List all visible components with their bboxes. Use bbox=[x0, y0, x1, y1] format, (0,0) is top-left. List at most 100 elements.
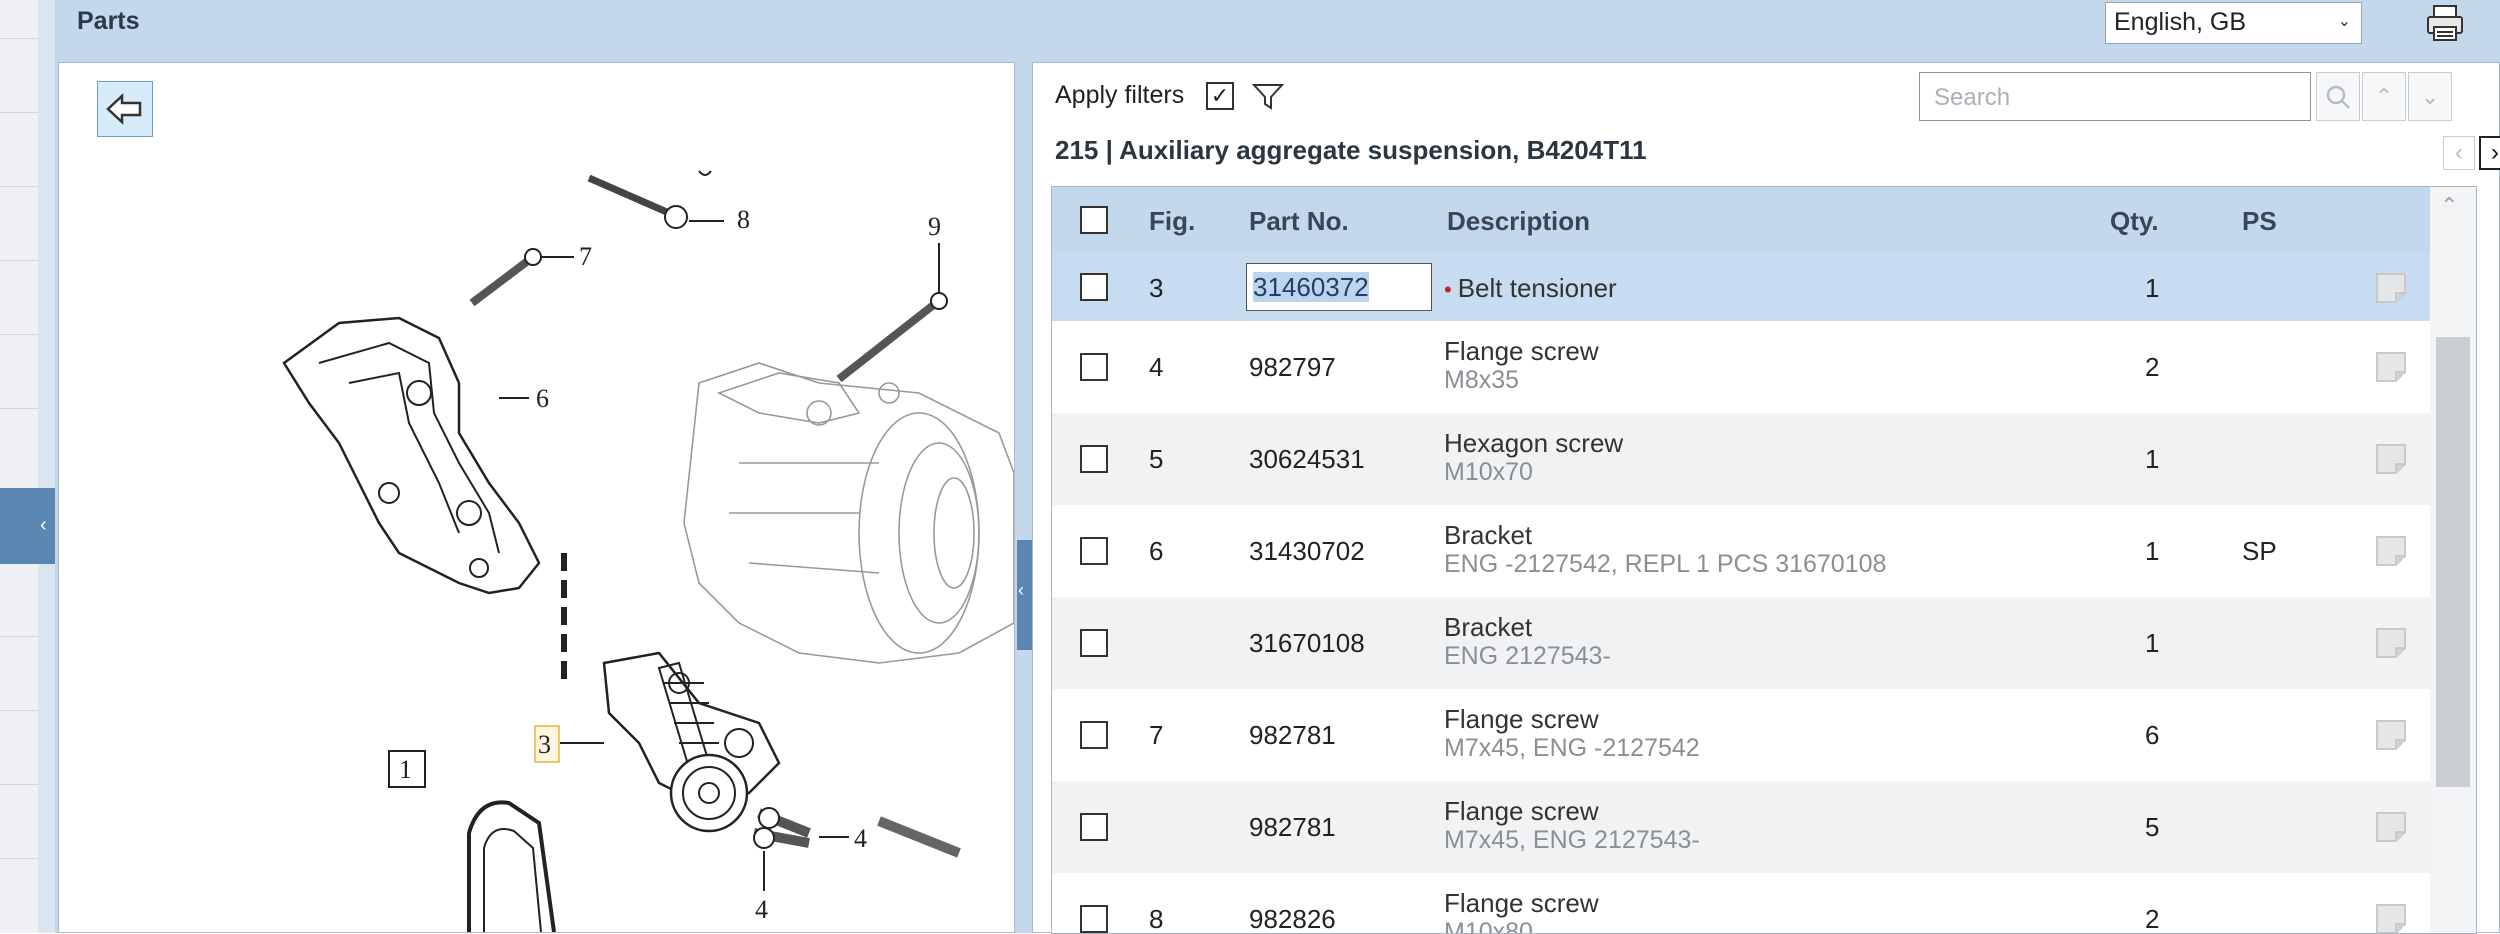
row-qty: 5 bbox=[2145, 812, 2160, 842]
parts-list-panel: Apply filters ✓ Search ⌃ ⌄ 215 | Auxilia… bbox=[1032, 62, 2500, 934]
callout-9: 9 bbox=[928, 212, 941, 241]
row-description: Hexagon screw bbox=[1444, 428, 1624, 458]
table-row[interactable]: 8 982826 Flange screw M10x80 2 bbox=[1052, 873, 2430, 934]
print-button[interactable] bbox=[2425, 2, 2465, 44]
row-part-no: 31460372 bbox=[1253, 272, 1369, 302]
note-icon[interactable] bbox=[2374, 442, 2408, 476]
parts-window: Parts English, GB ⌄ 8 7 9 6 4 4 3 1 ‹ Ap… bbox=[55, 0, 2500, 934]
row-checkbox[interactable] bbox=[1080, 273, 1108, 301]
table-row[interactable]: 982781 Flange screw M7x45, ENG 2127543- … bbox=[1052, 781, 2430, 873]
column-fig[interactable]: Fig. bbox=[1149, 206, 1195, 237]
callout-3-highlighted: 3 bbox=[538, 730, 551, 759]
apply-filters-checkbox[interactable]: ✓ bbox=[1206, 82, 1234, 110]
row-checkbox[interactable] bbox=[1080, 629, 1108, 657]
callout-1-box: 1 bbox=[399, 755, 412, 784]
row-checkbox[interactable] bbox=[1080, 445, 1108, 473]
magnifier-icon bbox=[2326, 85, 2350, 109]
parts-table: Fig. Part No. Description Qty. PS 3 3146… bbox=[1051, 186, 2477, 934]
next-section-button[interactable]: › bbox=[2479, 136, 2500, 170]
row-checkbox[interactable] bbox=[1080, 353, 1108, 381]
chevron-left-icon: ‹ bbox=[2455, 139, 2463, 166]
row-description-detail: ENG 2127543- bbox=[1444, 642, 1611, 670]
note-icon[interactable] bbox=[2374, 810, 2408, 844]
row-checkbox[interactable] bbox=[1080, 905, 1108, 933]
table-row[interactable]: 3 31460372 • Belt tensioner 1 bbox=[1052, 254, 2430, 321]
parts-diagram: 8 7 9 6 4 4 3 1 bbox=[282, 170, 1014, 932]
row-checkbox[interactable] bbox=[1080, 721, 1108, 749]
row-checkbox[interactable] bbox=[1080, 813, 1108, 841]
table-row[interactable]: 4 982797 Flange screw M8x35 2 bbox=[1052, 321, 2430, 413]
note-icon[interactable] bbox=[2374, 350, 2408, 384]
row-checkbox[interactable] bbox=[1080, 537, 1108, 565]
row-qty: 1 bbox=[2145, 273, 2160, 303]
note-icon[interactable] bbox=[2374, 626, 2408, 660]
callout-4a: 4 bbox=[854, 824, 867, 853]
row-description: Bracket bbox=[1444, 520, 1533, 550]
part-number-field[interactable]: 31460372 bbox=[1246, 263, 1432, 311]
row-part-no: 982781 bbox=[1249, 720, 1336, 750]
funnel-icon bbox=[1251, 84, 1285, 110]
row-part-no: 31670108 bbox=[1249, 628, 1365, 658]
app-side-strip bbox=[0, 0, 55, 933]
search-prev-button[interactable]: ⌃ bbox=[2362, 72, 2406, 121]
row-part-no: 982781 bbox=[1249, 812, 1336, 842]
row-description-detail: M8x35 bbox=[1444, 366, 1520, 394]
note-icon[interactable] bbox=[2374, 534, 2408, 568]
row-description-text: Belt tensioner bbox=[1457, 273, 1617, 303]
side-collapse-tab[interactable]: ‹ bbox=[0, 488, 55, 564]
row-fig: 4 bbox=[1149, 352, 1164, 382]
column-qty[interactable]: Qty. bbox=[2110, 206, 2159, 237]
row-fig: 8 bbox=[1149, 904, 1164, 934]
callout-4b: 4 bbox=[755, 895, 768, 924]
table-scrollbar[interactable]: ⌃ bbox=[2430, 187, 2476, 933]
row-description-detail: M7x45, ENG 2127543- bbox=[1444, 826, 1700, 854]
section-title: 215 | Auxiliary aggregate suspension, B4… bbox=[1055, 135, 1647, 165]
callout-7: 7 bbox=[579, 242, 592, 271]
note-icon[interactable] bbox=[2374, 718, 2408, 752]
row-qty: 1 bbox=[2145, 536, 2160, 566]
required-dot-icon: • bbox=[1444, 277, 1452, 302]
filter-button[interactable] bbox=[1251, 81, 1285, 113]
row-part-no: 982826 bbox=[1249, 904, 1336, 934]
row-description: Flange screw bbox=[1444, 796, 1599, 826]
row-fig: 5 bbox=[1149, 444, 1164, 474]
row-qty: 1 bbox=[2145, 628, 2160, 658]
chevron-down-icon: ⌄ bbox=[2420, 84, 2440, 109]
chevron-up-icon[interactable]: ⌃ bbox=[2440, 193, 2458, 219]
title-bar: Parts English, GB ⌄ bbox=[55, 0, 2500, 58]
language-select[interactable]: English, GB ⌄ bbox=[2105, 2, 2362, 44]
table-row[interactable]: 5 30624531 Hexagon screw M10x70 1 bbox=[1052, 413, 2430, 505]
row-part-no: 31430702 bbox=[1249, 536, 1365, 566]
chevron-up-icon: ⌃ bbox=[2374, 84, 2394, 109]
search-next-button[interactable]: ⌄ bbox=[2408, 72, 2452, 121]
row-description-detail: M10x70 bbox=[1444, 458, 1533, 486]
row-fig: 6 bbox=[1149, 536, 1164, 566]
search-button[interactable] bbox=[2316, 72, 2360, 121]
row-description-detail: ENG -2127542, REPL 1 PCS 31670108 bbox=[1444, 550, 1887, 578]
row-description-detail: M7x45, ENG -2127542 bbox=[1444, 734, 1700, 762]
table-row[interactable]: 7 982781 Flange screw M7x45, ENG -212754… bbox=[1052, 689, 2430, 781]
select-all-checkbox[interactable] bbox=[1080, 206, 1108, 234]
language-value: English, GB bbox=[2114, 8, 2247, 36]
row-fig: 3 bbox=[1149, 273, 1164, 303]
scrollbar-thumb[interactable] bbox=[2436, 337, 2470, 787]
table-row[interactable]: 31670108 Bracket ENG 2127543- 1 bbox=[1052, 597, 2430, 689]
row-description-detail: M10x80 bbox=[1444, 918, 1533, 934]
callout-6: 6 bbox=[536, 384, 549, 413]
chevron-left-icon: ‹ bbox=[1018, 580, 1024, 600]
row-description: Bracket bbox=[1444, 612, 1533, 642]
row-qty: 1 bbox=[2145, 444, 2160, 474]
previous-section-button[interactable]: ‹ bbox=[2443, 136, 2475, 170]
table-row[interactable]: 6 31430702 Bracket ENG -2127542, REPL 1 … bbox=[1052, 505, 2430, 597]
printer-icon bbox=[2427, 5, 2463, 41]
column-part-no[interactable]: Part No. bbox=[1249, 206, 1349, 237]
callout-8: 8 bbox=[737, 205, 750, 234]
row-part-no: 30624531 bbox=[1249, 444, 1365, 474]
note-icon[interactable] bbox=[2374, 902, 2408, 934]
row-fig: 7 bbox=[1149, 720, 1164, 750]
note-icon[interactable] bbox=[2374, 271, 2408, 305]
column-description[interactable]: Description bbox=[1447, 206, 1590, 237]
search-input[interactable]: Search bbox=[1919, 72, 2311, 121]
column-ps[interactable]: PS bbox=[2242, 206, 2277, 237]
apply-filters-label: Apply filters bbox=[1055, 81, 1185, 109]
